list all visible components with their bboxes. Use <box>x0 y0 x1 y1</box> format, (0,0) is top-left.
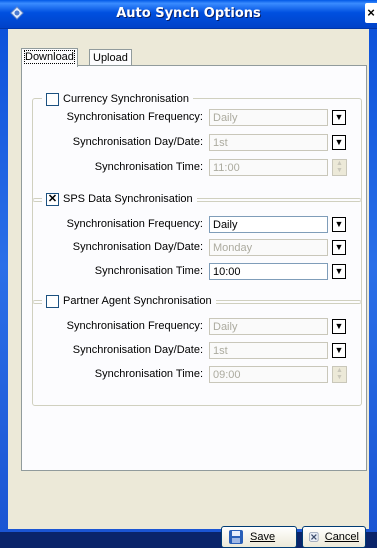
sps-sync-group: ✕ SPS Data Synchronisation Synchronisati… <box>32 191 362 304</box>
cancel-button[interactable]: Cancel <box>302 526 366 548</box>
currency-day-date-select[interactable]: 1st <box>209 134 328 151</box>
frequency-label: Synchronisation Frequency: <box>66 218 203 230</box>
time-label: Synchronisation Time: <box>94 161 203 173</box>
save-button[interactable]: Save <box>221 526 297 548</box>
group-title: Partner Agent Synchronisation <box>63 295 212 307</box>
group-title: Currency Synchronisation <box>63 93 189 105</box>
currency-sync-group: Currency Synchronisation Synchronisation… <box>32 91 362 202</box>
chevron-down-icon[interactable]: ▼ <box>332 217 346 232</box>
partner-time-input[interactable]: 09:00 <box>209 366 328 383</box>
time-spinner-icon[interactable]: ▲ ▼ <box>332 366 347 383</box>
window-title: Auto Synch Options <box>116 6 261 21</box>
chevron-down-icon[interactable]: ▼ <box>332 264 346 279</box>
cancel-icon <box>309 532 319 542</box>
currency-frequency-select[interactable]: Daily <box>209 109 328 126</box>
chevron-down-icon[interactable]: ▼ <box>332 319 346 334</box>
save-label: Save <box>250 531 276 543</box>
time-label: Synchronisation Time: <box>94 368 203 380</box>
group-legend: Partner Agent Synchronisation <box>42 293 216 309</box>
partner-agent-sync-group: Partner Agent Synchronisation Synchronis… <box>32 293 362 406</box>
time-spinner-icon[interactable]: ▲ ▼ <box>332 159 347 176</box>
sps-sync-checkbox[interactable]: ✕ <box>46 192 59 206</box>
dialog-client: Download Upload Currency Synchronisation… <box>8 29 369 548</box>
chevron-down-icon[interactable]: ▼ <box>332 343 346 358</box>
tab-label: Download <box>24 50 75 64</box>
frequency-label: Synchronisation Frequency: <box>66 320 203 332</box>
partner-frequency-select[interactable]: Daily <box>209 318 328 335</box>
day-date-label: Synchronisation Day/Date: <box>72 136 203 148</box>
group-title: SPS Data Synchronisation <box>63 193 193 205</box>
currency-time-input[interactable]: 11:00 <box>209 159 328 176</box>
day-date-label: Synchronisation Day/Date: <box>72 241 203 253</box>
group-legend: Currency Synchronisation <box>42 91 193 107</box>
partner-day-date-select[interactable]: 1st <box>209 342 328 359</box>
sps-day-date-select[interactable]: Monday <box>209 239 328 256</box>
sps-time-input[interactable]: 10:00 <box>209 263 328 280</box>
partner-agent-sync-checkbox[interactable] <box>46 294 59 308</box>
currency-sync-checkbox[interactable] <box>46 92 59 106</box>
group-legend: ✕ SPS Data Synchronisation <box>42 191 197 207</box>
floppy-disk-icon <box>229 530 243 544</box>
chevron-down-icon[interactable]: ▼ <box>332 240 346 255</box>
sps-frequency-select[interactable]: Daily <box>209 216 328 233</box>
tab-label: Upload <box>93 52 128 64</box>
chevron-down-icon[interactable]: ▼ <box>332 110 346 125</box>
cancel-label: Cancel <box>324 531 359 543</box>
time-label: Synchronisation Time: <box>94 265 203 277</box>
chevron-down-icon[interactable]: ▼ <box>332 135 346 150</box>
tab-download[interactable]: Download <box>21 48 78 67</box>
frequency-label: Synchronisation Frequency: <box>66 111 203 123</box>
day-date-label: Synchronisation Day/Date: <box>72 344 203 356</box>
title-bar[interactable]: Auto Synch Options × <box>0 0 377 29</box>
close-button[interactable]: × <box>365 3 377 23</box>
